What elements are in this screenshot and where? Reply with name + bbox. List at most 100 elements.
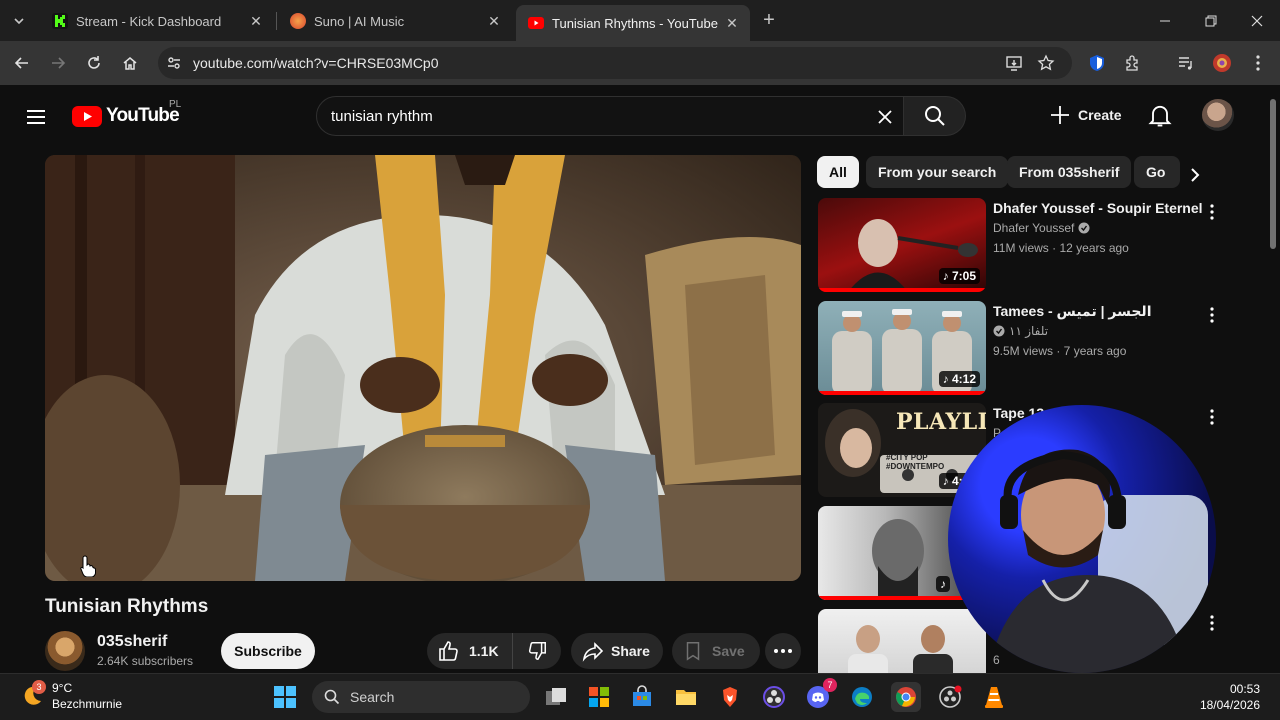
- browser-tab-youtube[interactable]: Tunisian Rhythms - YouTube ✕: [516, 5, 750, 41]
- share-button[interactable]: Share: [571, 633, 663, 669]
- browser-menu-kebab-icon[interactable]: [1246, 51, 1270, 75]
- guide-menu-icon[interactable]: [24, 105, 48, 129]
- media-controls-icon[interactable]: [1174, 51, 1198, 75]
- create-button[interactable]: Create: [1040, 97, 1134, 133]
- brave-browser-icon[interactable]: [715, 682, 745, 712]
- tab-close-icon[interactable]: ✕: [248, 13, 264, 29]
- more-horizontal-icon: [774, 649, 792, 653]
- windows-taskbar: 3 9°C Bezchmurnie Search 7 00:53 18/04/2…: [0, 673, 1280, 720]
- recommendation-channel[interactable]: Dhafer Youssef: [993, 221, 1090, 235]
- like-count: 1.1K: [469, 643, 499, 659]
- page-scrollbar[interactable]: [1266, 85, 1280, 673]
- restore-icon[interactable]: [1188, 0, 1234, 41]
- more-actions-button[interactable]: [765, 633, 801, 669]
- chip-from-your-search[interactable]: From your search: [866, 156, 1009, 188]
- profile-avatar-icon[interactable]: [1210, 51, 1234, 75]
- account-avatar[interactable]: [1202, 99, 1234, 131]
- save-button[interactable]: Save: [672, 633, 760, 669]
- clear-search-icon[interactable]: [873, 105, 897, 129]
- like-button[interactable]: 1.1K: [427, 633, 513, 669]
- recommendation-menu-kebab-icon[interactable]: [1202, 202, 1222, 222]
- subscribe-button[interactable]: Subscribe: [221, 633, 315, 669]
- forward-arrow-icon[interactable]: [46, 51, 70, 75]
- recommendation-item[interactable]: ♪ 4:12 Tamees - الجسر | تميس تلفاز ١١ 9.…: [818, 301, 1248, 397]
- chrome-browser-icon[interactable]: [891, 682, 921, 712]
- clock-date: 18/04/2026: [1199, 698, 1260, 712]
- region-code: PL: [169, 99, 182, 110]
- microsoft-store-icon[interactable]: [584, 682, 614, 712]
- install-app-icon[interactable]: [1002, 51, 1026, 75]
- chips-next-chevron-icon[interactable]: [1180, 160, 1210, 190]
- thumbs-down-icon: [528, 642, 546, 660]
- file-explorer-icon[interactable]: [671, 682, 701, 712]
- address-bar[interactable]: youtube.com/watch?v=CHRSE03MCp0: [158, 47, 1072, 79]
- edge-browser-icon[interactable]: [847, 682, 877, 712]
- discord-badge: 7: [823, 678, 837, 692]
- search-icon: [924, 106, 945, 126]
- recommendation-menu-kebab-icon[interactable]: [1202, 613, 1222, 633]
- recommendation-title: Tamees - الجسر | تميس: [993, 303, 1152, 319]
- windows-start-icon[interactable]: [270, 682, 300, 712]
- password-manager-extension-icon[interactable]: [1085, 51, 1109, 75]
- clock-time: 00:53: [1229, 682, 1260, 696]
- recommendation-menu-kebab-icon[interactable]: [1202, 407, 1222, 427]
- close-window-icon[interactable]: [1234, 0, 1280, 41]
- video-duration: ♪ 7:05: [938, 268, 980, 284]
- new-tab-plus-icon[interactable]: +: [758, 9, 780, 31]
- video-frame-drummer: [45, 155, 801, 581]
- recommendation-item[interactable]: ♪ 7:05 Dhafer Youssef - Soupir Eternel D…: [818, 198, 1248, 294]
- create-label: Create: [1078, 107, 1122, 123]
- obs-recording-icon[interactable]: [935, 682, 965, 712]
- watched-progress-bar: [818, 391, 986, 395]
- video-thumbnail[interactable]: [818, 609, 986, 673]
- scrollbar-thumb[interactable]: [1270, 99, 1276, 249]
- back-arrow-icon[interactable]: [10, 51, 34, 75]
- browser-tab-kick[interactable]: Stream - Kick Dashboard ✕: [40, 6, 274, 36]
- browser-tab-suno[interactable]: Suno | AI Music ✕: [278, 6, 512, 36]
- dislike-button[interactable]: [513, 633, 561, 669]
- weather-temp: 9°C: [52, 681, 73, 695]
- minimize-icon[interactable]: [1142, 0, 1188, 41]
- taskbar-search[interactable]: Search: [312, 681, 530, 713]
- chip-from-channel[interactable]: From 035sherif: [1007, 156, 1132, 188]
- plus-icon: [1051, 106, 1069, 124]
- chip-go[interactable]: Go: [1134, 156, 1180, 188]
- channel-avatar[interactable]: [45, 631, 85, 671]
- suno-favicon-icon: [290, 13, 306, 29]
- video-player[interactable]: [45, 155, 801, 581]
- extensions-puzzle-icon[interactable]: [1121, 51, 1145, 75]
- browser-tab-strip: Stream - Kick Dashboard ✕ Suno | AI Musi…: [0, 0, 1280, 41]
- system-clock[interactable]: 00:53 18/04/2026: [1200, 681, 1260, 713]
- search-input[interactable]: tunisian ryhthm: [316, 96, 904, 136]
- tab-close-icon[interactable]: ✕: [724, 15, 740, 31]
- tab-search-chevron-icon[interactable]: [6, 8, 32, 34]
- bookmark-star-icon[interactable]: [1034, 51, 1058, 75]
- chip-all[interactable]: All: [817, 156, 859, 188]
- share-arrow-icon: [582, 642, 604, 662]
- vlc-icon[interactable]: [979, 682, 1009, 712]
- search-button[interactable]: [904, 96, 966, 136]
- recommendation-menu-kebab-icon[interactable]: [1202, 305, 1222, 325]
- site-info-icon[interactable]: [166, 55, 182, 71]
- task-view-icon[interactable]: [541, 682, 571, 712]
- channel-name[interactable]: 035sherif: [97, 633, 167, 651]
- tab-divider: [276, 12, 277, 30]
- browser-toolbar: youtube.com/watch?v=CHRSE03MCp0: [0, 41, 1280, 85]
- video-thumbnail[interactable]: ♪ 7:05: [818, 198, 986, 292]
- home-icon[interactable]: [118, 51, 142, 75]
- youtube-logo[interactable]: YouTube PL: [72, 99, 181, 127]
- recommendation-channel[interactable]: تلفاز ١١: [993, 324, 1048, 338]
- reload-icon[interactable]: [82, 51, 106, 75]
- search-icon: [324, 689, 340, 705]
- notifications-bell-icon[interactable]: [1146, 101, 1174, 129]
- streamer-webcam-image: [988, 449, 1208, 673]
- store-bag-icon[interactable]: [627, 682, 657, 712]
- tab-close-icon[interactable]: ✕: [486, 13, 502, 29]
- video-duration: ♪ 4:12: [938, 371, 980, 387]
- obs-studio-icon[interactable]: [759, 682, 789, 712]
- video-thumbnail[interactable]: ♪ 4:12: [818, 301, 986, 395]
- weather-widget[interactable]: 3 9°C Bezchmurnie: [20, 680, 122, 712]
- url-text: youtube.com/watch?v=CHRSE03MCp0: [193, 55, 439, 71]
- discord-icon[interactable]: 7: [803, 678, 837, 712]
- music-note-icon: ♪: [936, 576, 950, 592]
